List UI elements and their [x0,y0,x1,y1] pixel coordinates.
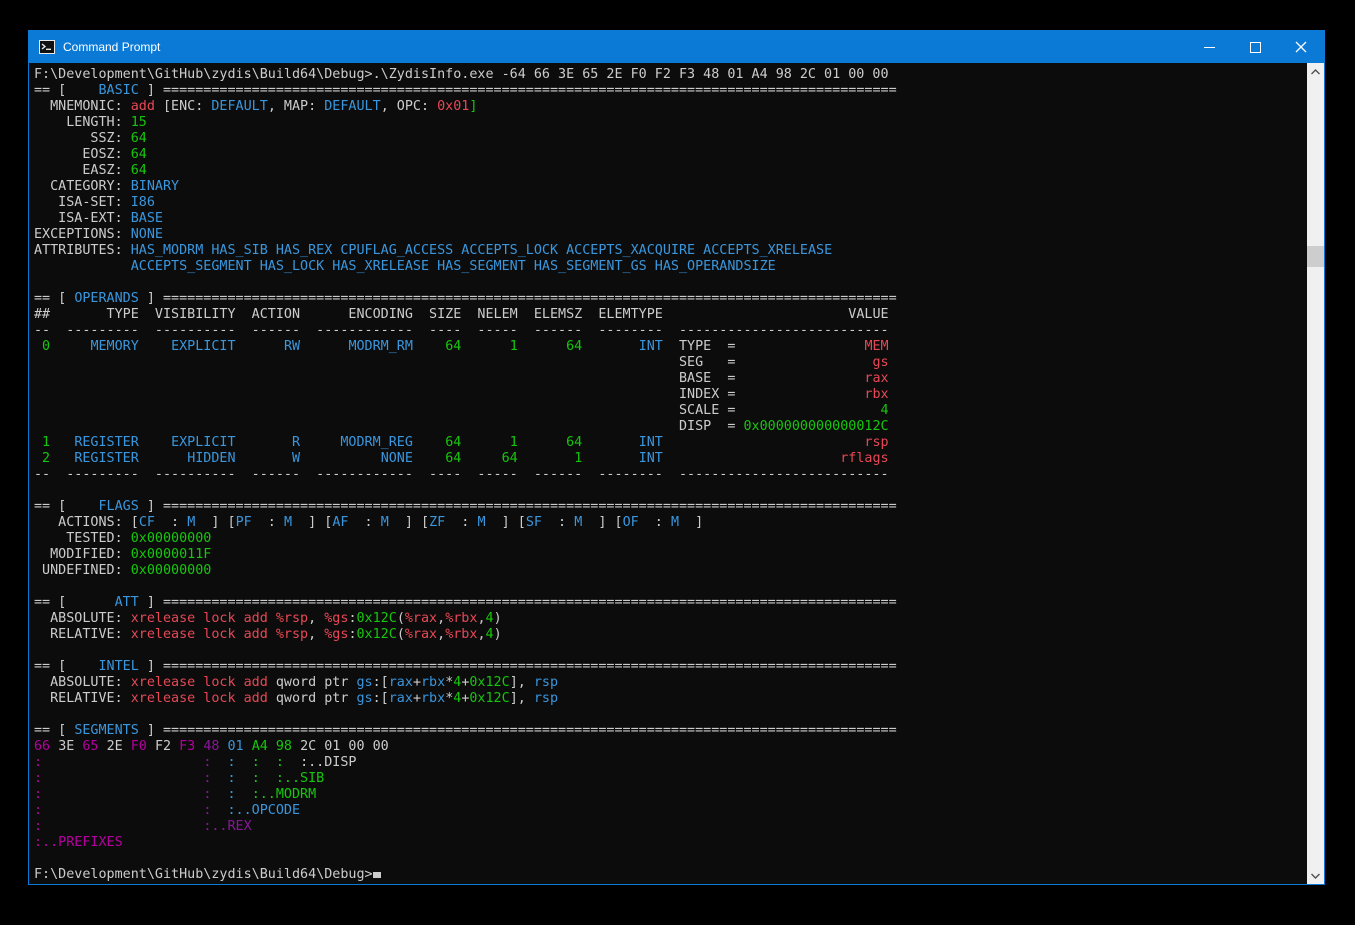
terminal-line: ABSOLUTE: xrelease lock add qword ptr gs… [34,675,1307,691]
terminal-line [34,707,1307,723]
terminal-line [34,275,1307,291]
terminal-line [34,483,1307,499]
terminal-line: F:\Development\GitHub\zydis\Build64\Debu… [34,867,1307,883]
terminal-line: == [ OPERANDS ] ========================… [34,291,1307,307]
terminal-line: LENGTH: 15 [34,115,1307,131]
terminal-line [34,851,1307,867]
close-button[interactable] [1278,31,1324,63]
terminal-output[interactable]: F:\Development\GitHub\zydis\Build64\Debu… [29,63,1307,884]
terminal-line: == [ INTEL ] ===========================… [34,659,1307,675]
terminal-line: INDEX = rbx [34,387,1307,403]
minimize-button[interactable] [1186,31,1232,63]
minimize-icon [1204,47,1215,48]
terminal-line: :..PREFIXES [34,835,1307,851]
terminal-line: MNEMONIC: add [ENC: DEFAULT, MAP: DEFAUL… [34,99,1307,115]
terminal-line: DISP = 0x000000000000012C [34,419,1307,435]
maximize-button[interactable] [1232,31,1278,63]
terminal-line: EXCEPTIONS: NONE [34,227,1307,243]
terminal-line: TESTED: 0x00000000 [34,531,1307,547]
scroll-up-button[interactable] [1307,63,1324,80]
terminal-line: SSZ: 64 [34,131,1307,147]
window-controls [1186,31,1324,63]
terminal-line: : : : : : :..DISP [34,755,1307,771]
window-title: Command Prompt [63,40,160,54]
terminal-line: == [ SEGMENTS ] ========================… [34,723,1307,739]
terminal-line: EOSZ: 64 [34,147,1307,163]
terminal-line: ABSOLUTE: xrelease lock add %rsp, %gs:0x… [34,611,1307,627]
terminal-line: SCALE = 4 [34,403,1307,419]
terminal-line: : : : : :..SIB [34,771,1307,787]
scrollbar-thumb[interactable] [1307,246,1324,267]
terminal-line [34,643,1307,659]
scroll-down-icon [1311,873,1320,879]
terminal-line: ACCEPTS_SEGMENT HAS_LOCK HAS_XRELEASE HA… [34,259,1307,275]
scroll-down-button[interactable] [1307,867,1324,884]
terminal-line: 0 MEMORY EXPLICIT RW MODRM_RM 64 1 64 IN… [34,339,1307,355]
terminal-line: RELATIVE: xrelease lock add %rsp, %gs:0x… [34,627,1307,643]
terminal-line: : : :..OPCODE [34,803,1307,819]
terminal-line: RELATIVE: xrelease lock add qword ptr gs… [34,691,1307,707]
maximize-icon [1250,42,1261,53]
terminal-line: MODIFIED: 0x0000011F [34,547,1307,563]
terminal-line: BASE = rax [34,371,1307,387]
terminal-line: CATEGORY: BINARY [34,179,1307,195]
command-prompt-window: Command Prompt F:\Development\GitHub\zyd… [28,30,1325,885]
terminal-line [34,579,1307,595]
terminal-line: EASZ: 64 [34,163,1307,179]
terminal-line: UNDEFINED: 0x00000000 [34,563,1307,579]
terminal-line: == [ BASIC ] ===========================… [34,83,1307,99]
terminal-line: : : : :..MODRM [34,787,1307,803]
terminal-line: ISA-SET: I86 [34,195,1307,211]
close-icon [1295,41,1307,53]
scroll-up-icon [1311,69,1320,75]
terminal-line: == [ FLAGS ] ===========================… [34,499,1307,515]
terminal-line: 2 REGISTER HIDDEN W NONE 64 64 1 INT rfl… [34,451,1307,467]
terminal-line: ACTIONS: [CF : M ] [PF : M ] [AF : M ] [… [34,515,1307,531]
titlebar[interactable]: Command Prompt [29,31,1324,63]
terminal-line: -- --------- ---------- ------ ---------… [34,323,1307,339]
terminal-line: -- --------- ---------- ------ ---------… [34,467,1307,483]
vertical-scrollbar[interactable] [1307,63,1324,884]
terminal-line: 1 REGISTER EXPLICIT R MODRM_REG 64 1 64 … [34,435,1307,451]
terminal-content: F:\Development\GitHub\zydis\Build64\Debu… [29,63,1324,884]
terminal-line: 66 3E 65 2E F0 F2 F3 48 01 A4 98 2C 01 0… [34,739,1307,755]
terminal-line: SEG = gs [34,355,1307,371]
terminal-line: ## TYPE VISIBILITY ACTION ENCODING SIZE … [34,307,1307,323]
terminal-line: ATTRIBUTES: HAS_MODRM HAS_SIB HAS_REX CP… [34,243,1307,259]
terminal-cursor [373,872,381,878]
terminal-line: F:\Development\GitHub\zydis\Build64\Debu… [34,67,1307,83]
terminal-line: ISA-EXT: BASE [34,211,1307,227]
cmd-icon [39,40,55,54]
terminal-line: == [ ATT ] =============================… [34,595,1307,611]
terminal-line: : :..REX [34,819,1307,835]
